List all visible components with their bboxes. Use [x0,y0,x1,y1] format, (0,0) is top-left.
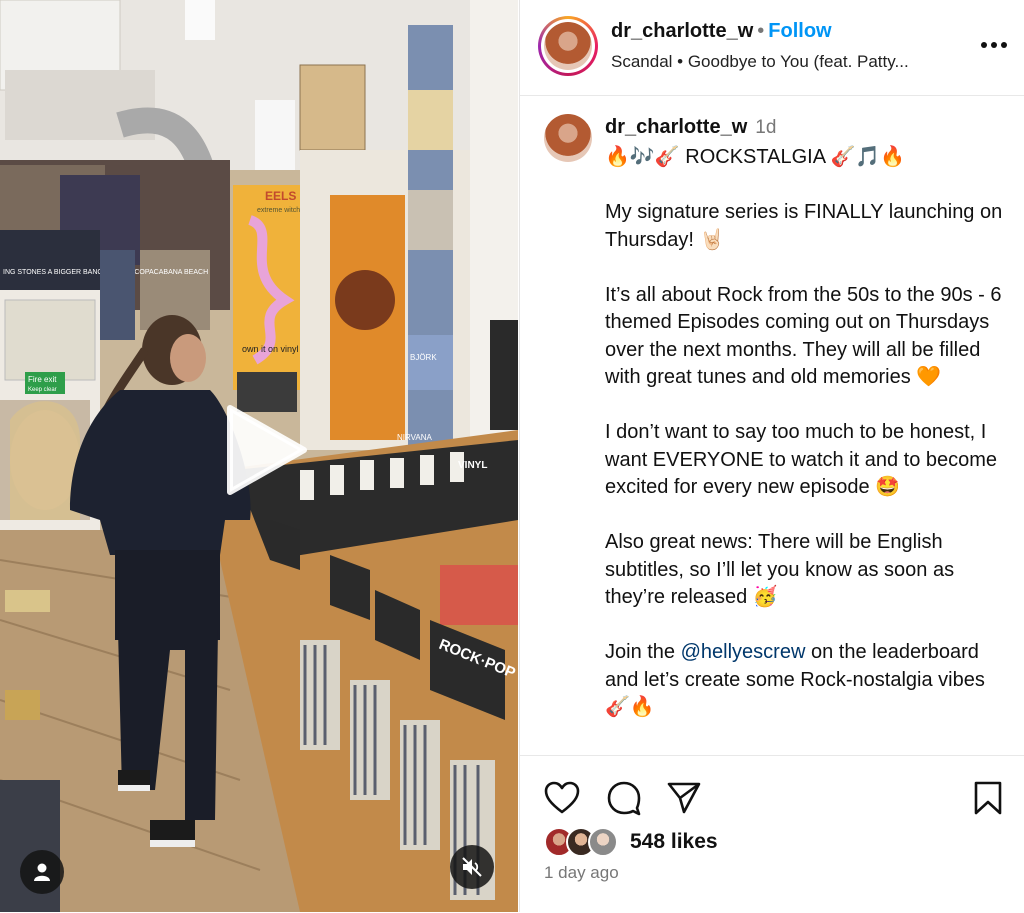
heart-icon [544,781,580,814]
user-icon [34,863,50,881]
keep-clear-sign: Keep clear [28,387,57,393]
more-options-button[interactable] [976,30,1012,60]
mention-link[interactable]: @hellyescrew [681,641,806,663]
caption-line: 🔥🎶🎸 ROCKSTALGIA 🎸🎵🔥 [605,146,906,168]
caption-header: dr_charlotte_w 1d [605,116,776,139]
post-details-panel: dr_charlotte_w • Follow Scandal • Goodbye … [519,0,1024,913]
share-button[interactable] [664,778,704,818]
vinyl-sign: VINYL [458,460,487,471]
header-title-row: dr_charlotte_w • Follow [611,20,832,43]
liker-avatar[interactable] [588,827,618,857]
username-link[interactable]: dr_charlotte_w [611,20,753,42]
audio-track-link[interactable]: Scandal • Goodbye to You (feat. Patty... [611,52,971,72]
bjork-poster-text: BJÖRK [410,353,437,362]
tagged-users-button[interactable] [20,850,64,894]
mute-toggle-button[interactable] [450,845,494,889]
avatar [544,22,592,70]
caption-username-link[interactable]: dr_charlotte_w [605,116,747,138]
separator-dot: • [757,20,765,42]
post-header: dr_charlotte_w • Follow Scandal • Goodbye … [520,0,1024,96]
post-time-ago[interactable]: 1 day ago [544,863,619,883]
caption-line: I don’t want to say too much to be hones… [605,421,998,498]
likes-count[interactable]: 548 likes [630,830,718,854]
bookmark-icon [974,781,1002,815]
caption-avatar[interactable] [544,114,592,162]
likes-summary: 548 likes [544,826,718,858]
caption-line: Also great news: There will be English s… [605,531,955,608]
caption-text-before: Join the [605,641,681,663]
caption-line: My signature series is FINALLY launching… [605,201,1003,251]
post-media[interactable]: ING STONES A BIGGER BANG LIVE ON COPACAB… [0,0,518,912]
caption-line: It’s all about Rock from the 50s to the … [605,283,1002,389]
caption-scroll-area[interactable]: dr_charlotte_w 1d 🔥🎶🎸 ROCKSTALGIA 🎸🎵🔥 My … [520,96,1024,754]
post-timestamp[interactable]: 1d [755,117,776,138]
comment-icon [607,781,641,816]
paper-plane-icon [667,782,701,814]
speaker-muted-icon [462,857,482,877]
caption-text: 🔥🎶🎸 ROCKSTALGIA 🎸🎵🔥 My signature series … [605,144,1015,722]
more-horizontal-icon [981,42,1007,48]
like-button[interactable] [542,778,582,818]
post-actions: 548 likes 1 day ago [520,755,1024,913]
comment-button[interactable] [604,778,644,818]
play-button[interactable] [214,400,314,500]
fire-exit-sign: Fire exit [28,375,57,384]
caption-line-with-mention: Join the @hellyescrew on the leaderboard… [605,639,1015,722]
play-icon [227,405,307,495]
follow-button[interactable]: Follow [768,20,831,42]
eels-poster-title: EELS [265,189,296,203]
story-ring[interactable] [538,16,598,76]
nirvana-poster-text: NIRVANA [397,433,432,442]
save-button[interactable] [968,778,1008,818]
